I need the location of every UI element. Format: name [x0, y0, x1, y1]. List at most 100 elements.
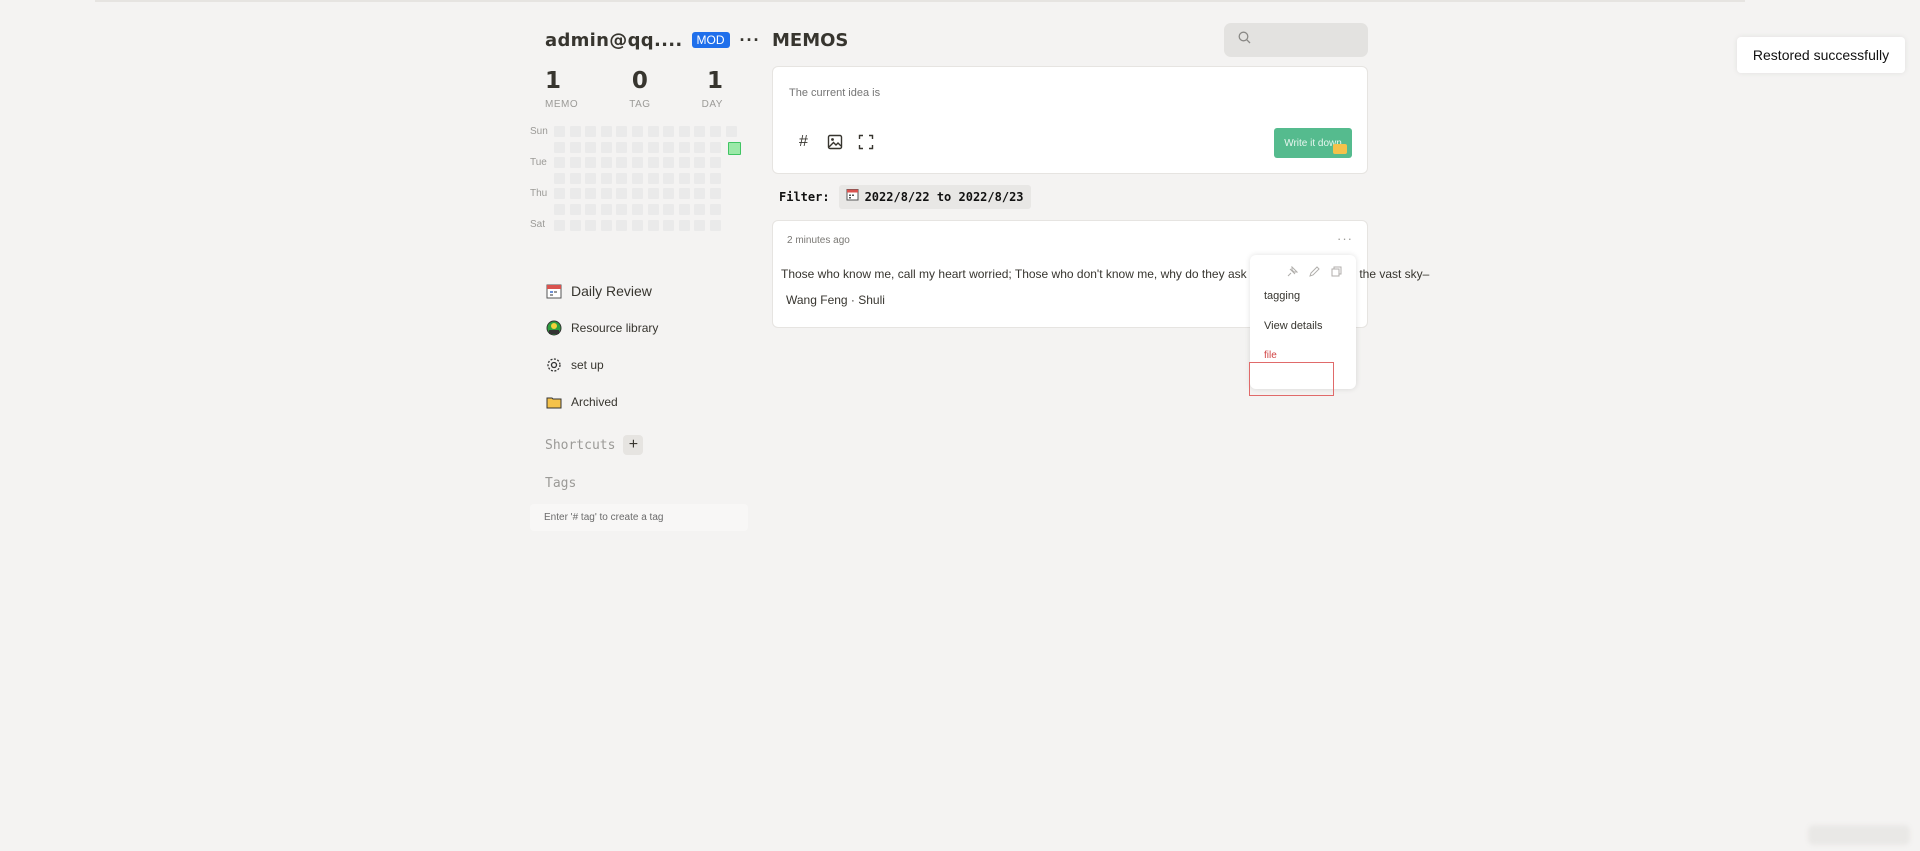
heatmap-cell	[569, 188, 581, 200]
heatmap-cell	[600, 126, 612, 137]
heatmap-cell	[600, 172, 612, 184]
copy-icon[interactable]	[1330, 265, 1342, 277]
nav-resource-library[interactable]: Resource library	[530, 309, 752, 346]
heatmap-cell	[678, 157, 690, 169]
memo-editor: # Write it down	[772, 66, 1368, 174]
date-filter-chip[interactable]: 2022/8/22 to 2022/8/23	[838, 185, 1031, 209]
filter-bar: Filter: 2022/8/22 to 2022/8/23	[772, 185, 1368, 209]
corner-overlay	[1808, 825, 1910, 845]
nav-settings[interactable]: set up	[530, 346, 752, 383]
menu-item-tagging[interactable]: tagging	[1250, 281, 1356, 311]
menu-icon-row	[1250, 255, 1356, 281]
stats-row: 1 MEMO 0 TAG 1 DAY	[530, 68, 738, 110]
heatmap-cell	[663, 188, 675, 200]
heatmap-cell	[709, 172, 721, 184]
heatmap-cell	[616, 188, 628, 200]
heatmap-cell	[663, 172, 675, 184]
calendar-icon	[545, 282, 563, 300]
heatmap-cell	[569, 141, 581, 153]
heatmap-cell	[694, 126, 706, 137]
menu-item-view-details[interactable]: View details	[1250, 311, 1356, 341]
weekday-label: Tue	[530, 157, 547, 168]
image-icon[interactable]	[826, 133, 843, 150]
user-banner: admin@qq.... MOD ···	[530, 22, 759, 58]
nav-label: set up	[571, 357, 604, 372]
heatmap-cell	[554, 219, 565, 231]
heatmap-cell	[694, 172, 706, 184]
heatmap-cell	[631, 141, 643, 153]
heatmap-cell	[663, 141, 675, 153]
stat-tag-label: TAG	[629, 99, 651, 110]
heatmap-cell	[554, 126, 565, 137]
heatmap-cell	[631, 219, 643, 231]
filter-value: 2022/8/22 to 2022/8/23	[864, 190, 1024, 204]
calendar-icon	[846, 188, 859, 206]
memo-context-menu: tagging View details file	[1250, 255, 1356, 389]
heatmap-cell	[631, 203, 643, 215]
heatmap-cell	[647, 141, 659, 153]
heatmap-cell	[663, 157, 675, 169]
tags-header: Tags	[530, 470, 752, 496]
heatmap-cell	[647, 157, 659, 169]
heatmap-cell	[554, 141, 565, 153]
stat-day-label: DAY	[701, 99, 723, 110]
heatmap-cell	[585, 126, 597, 137]
nav-daily-review[interactable]: Daily Review	[530, 272, 752, 309]
heatmap-cell	[678, 172, 690, 184]
heatmap-cell	[694, 219, 706, 231]
heatmap-cell	[569, 157, 581, 169]
heatmap-cell	[600, 219, 612, 231]
heatmap-cell	[554, 172, 565, 184]
heatmap-cell	[647, 126, 659, 137]
heatmap-cell	[585, 203, 597, 215]
heatmap-cell	[678, 219, 690, 231]
search-icon	[1238, 31, 1251, 49]
heatmap-cell	[585, 172, 597, 184]
heatmap-cell	[616, 219, 628, 231]
toast-notification: Restored successfully	[1737, 37, 1905, 73]
heatmap-cell	[663, 126, 675, 137]
heatmap-cell	[727, 141, 741, 155]
heatmap-cell	[585, 219, 597, 231]
stat-tag-value: 0	[631, 68, 648, 94]
heatmap-cell	[678, 141, 690, 153]
memo-input[interactable]	[789, 87, 1329, 99]
heatmap-cell	[647, 188, 659, 200]
heatmap-cell	[678, 188, 690, 200]
heatmap-cell	[709, 141, 721, 153]
heatmap-cell	[600, 141, 612, 153]
heatmap-cell	[694, 203, 706, 215]
heatmap-cell	[600, 203, 612, 215]
heatmap-cell	[647, 172, 659, 184]
heatmap-cell	[709, 157, 721, 169]
stat-tag: 0 TAG	[629, 68, 650, 110]
edit-icon[interactable]	[1308, 265, 1320, 277]
hashtag-icon[interactable]: #	[795, 133, 812, 150]
heatmap-cell	[585, 157, 597, 169]
add-shortcut-button[interactable]: +	[623, 435, 644, 455]
shortcuts-title: Shortcuts	[545, 437, 616, 453]
menu-item-archive[interactable]: file	[1250, 341, 1356, 371]
user-menu-button[interactable]: ···	[740, 30, 761, 51]
role-badge: MOD	[691, 32, 730, 48]
write-it-down-button[interactable]: Write it down	[1274, 128, 1352, 158]
nav-label: Daily Review	[571, 282, 652, 299]
username[interactable]: admin@qq....	[545, 30, 683, 51]
heatmap-cell	[569, 203, 581, 215]
nav-archived[interactable]: Archived	[530, 383, 752, 420]
pin-icon[interactable]	[1286, 265, 1298, 277]
main-header: MEMOS	[772, 22, 1368, 58]
weekday-label: Thu	[530, 188, 548, 199]
search-input[interactable]	[1224, 23, 1368, 57]
nav-label: Archived	[571, 394, 618, 409]
heatmap-cell	[554, 157, 565, 169]
fullscreen-icon[interactable]	[857, 133, 874, 150]
heatmap-cell	[616, 203, 628, 215]
stat-memo-label: MEMO	[545, 99, 579, 110]
tags-empty-hint: Enter '# tag' to create a tag	[530, 504, 748, 531]
stat-day-value: 1	[706, 68, 723, 94]
stat-memo: 1 MEMO	[545, 68, 578, 110]
gear-icon	[545, 356, 563, 374]
memo-more-button[interactable]: ···	[1337, 231, 1353, 246]
heatmap-cell	[569, 172, 581, 184]
